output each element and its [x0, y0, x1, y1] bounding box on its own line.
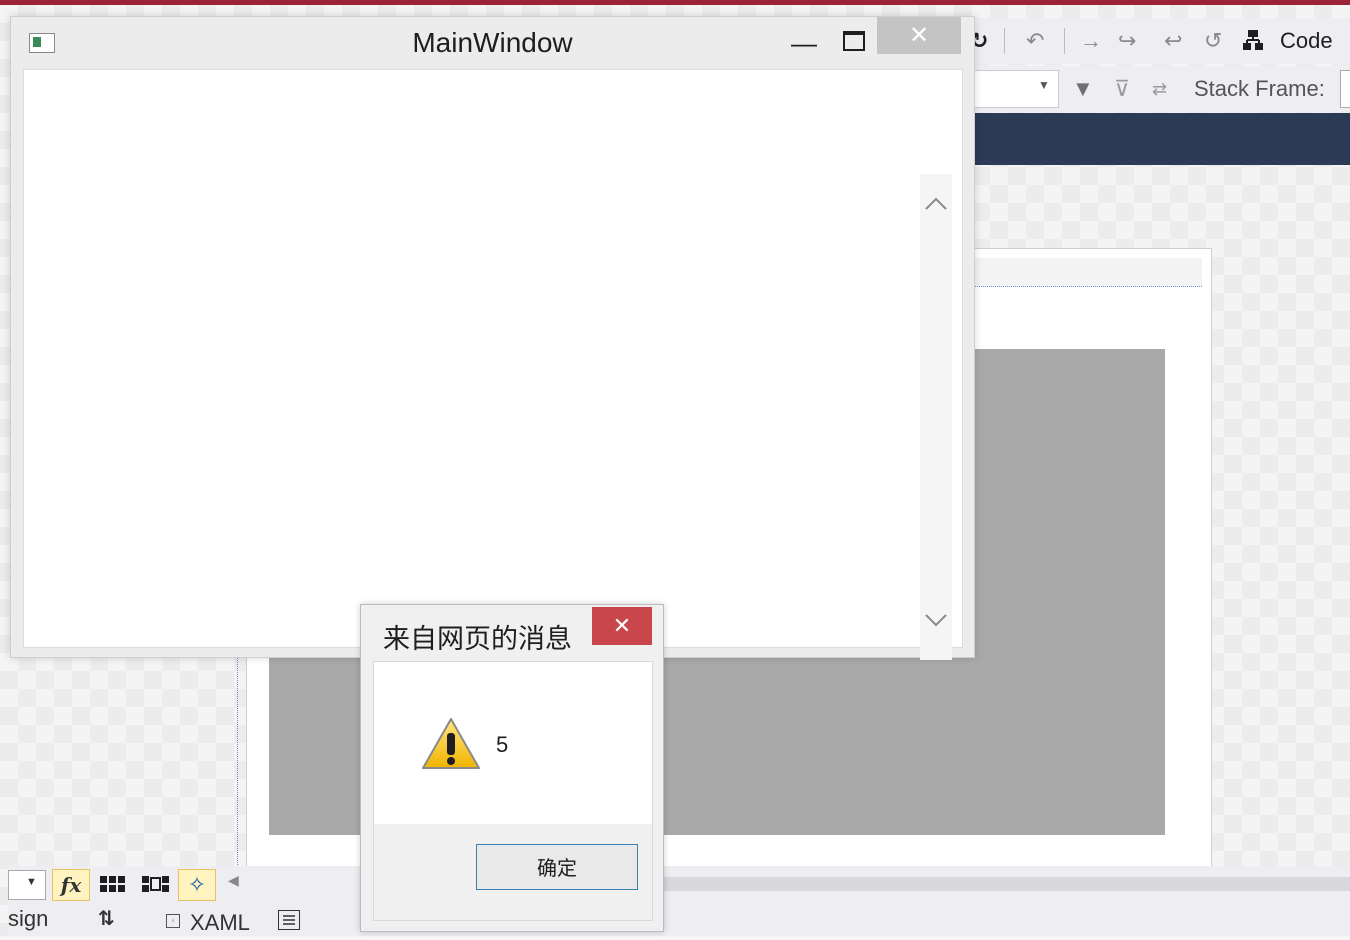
restart-icon[interactable]: ↺: [1204, 18, 1222, 64]
debug-toolbar: ↻ ↶ → ↪ ↩ ↺ Code: [960, 18, 1350, 64]
show-next-statement-icon[interactable]: →: [1080, 18, 1102, 64]
step-into-icon[interactable]: ↶: [1026, 18, 1044, 64]
maximize-icon: [843, 31, 865, 51]
minimize-button[interactable]: —: [791, 23, 817, 63]
xaml-tab[interactable]: XAML: [190, 906, 250, 940]
chevron-up-icon[interactable]: [920, 194, 952, 217]
chevron-down-icon: ▼: [1038, 78, 1050, 92]
step-over-icon[interactable]: ↪: [1118, 18, 1136, 64]
designer-ruler: [970, 258, 1202, 287]
code-map-icon[interactable]: [1242, 29, 1264, 51]
dialog-close-button[interactable]: ✕: [592, 607, 652, 645]
effects-toggle-button[interactable]: fx: [52, 869, 90, 901]
chevron-down-icon: ▼: [26, 876, 37, 888]
close-button[interactable]: ✕: [877, 17, 961, 54]
filter-clear-icon[interactable]: ⊽: [1114, 66, 1130, 112]
toolbar-separator: [1064, 28, 1065, 54]
design-tab[interactable]: sign: [8, 902, 48, 936]
grid-icon[interactable]: [100, 876, 126, 892]
xaml-file-icon: ◦: [166, 914, 180, 928]
stack-frame-dropdown[interactable]: [1340, 70, 1350, 108]
stack-frame-label: Stack Frame:: [1194, 76, 1325, 101]
dialog-body: 5 确定: [373, 661, 653, 921]
ok-button[interactable]: 确定: [476, 844, 638, 890]
web-browser-area[interactable]: [23, 69, 963, 660]
chevron-down-icon[interactable]: [920, 612, 952, 635]
snap-to-lines-button[interactable]: ✧: [178, 869, 216, 901]
alert-dialog[interactable]: 来自网页的消息 ✕ 5 确定: [360, 604, 664, 932]
top-accent-bar: [0, 0, 1350, 5]
dialog-message: 5: [496, 732, 509, 757]
dialog-footer: 确定: [374, 824, 652, 920]
vertical-scrollbar[interactable]: [920, 174, 952, 660]
horizontal-scrollbar[interactable]: [660, 877, 1350, 891]
toolbar-separator: [1004, 28, 1005, 54]
window-title: MainWindow: [412, 27, 573, 58]
maximize-button[interactable]: [839, 23, 865, 63]
chevron-left-icon[interactable]: ◀: [228, 872, 239, 889]
document-tab-well: [960, 113, 1350, 165]
flag-threads-icon[interactable]: ⇄: [1152, 66, 1167, 112]
snap-grid-icon[interactable]: [142, 876, 170, 892]
designer-guide-line: [237, 655, 238, 865]
swap-panes-icon[interactable]: ⇅: [98, 902, 115, 936]
step-out-icon[interactable]: ↩: [1164, 18, 1182, 64]
code-map-label[interactable]: Code: [1280, 18, 1333, 64]
filter-icon[interactable]: ▼: [1072, 66, 1094, 112]
warning-icon: [420, 716, 482, 772]
collapse-pane-icon[interactable]: [278, 910, 300, 930]
main-window[interactable]: MainWindow — ✕: [10, 16, 975, 660]
dialog-title: 来自网页的消息: [383, 624, 572, 655]
